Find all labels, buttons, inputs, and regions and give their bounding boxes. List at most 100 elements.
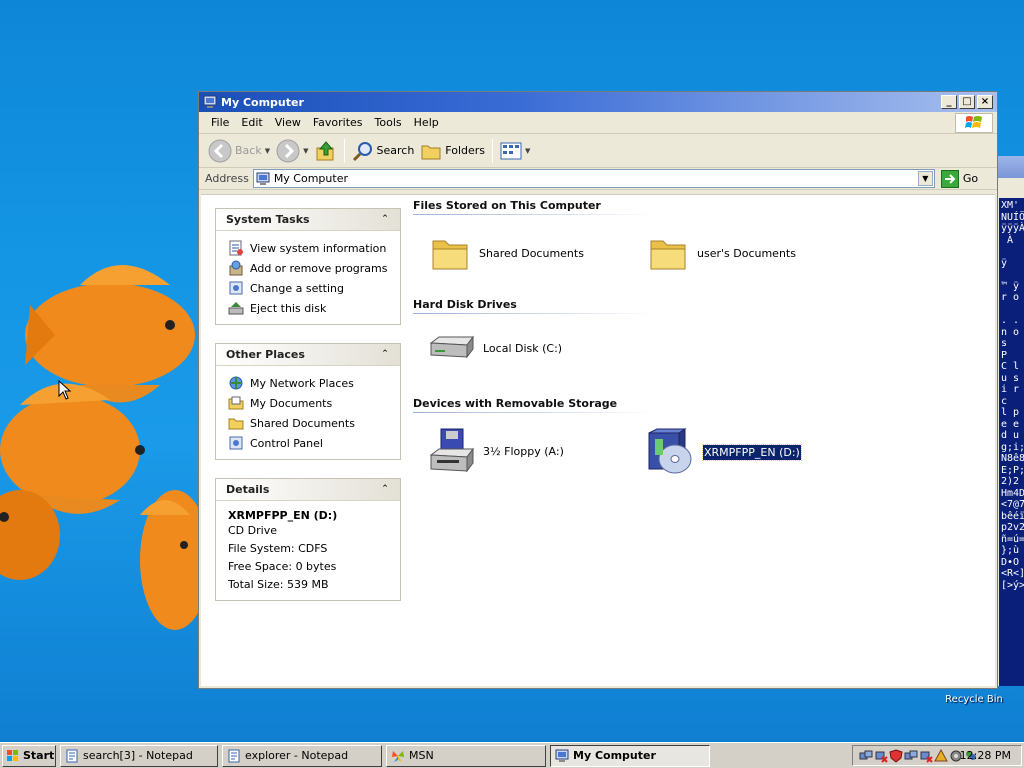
window-titlebar[interactable]: My Computer _ □ × bbox=[199, 92, 997, 112]
taskbar-button-my-computer[interactable]: My Computer bbox=[550, 744, 710, 767]
details-file-system: File System: CDFS bbox=[228, 542, 328, 555]
start-button[interactable]: Start bbox=[2, 744, 56, 767]
background-notepad-titlebar[interactable] bbox=[995, 156, 1024, 178]
recycle-bin-label[interactable]: Recycle Bin bbox=[938, 694, 1010, 705]
background-notepad-text: XM' NUÍÖ ÿÿÿÀ À ÿ ™ ÿ r o . . n o s P C … bbox=[999, 198, 1024, 686]
alert-icon[interactable] bbox=[934, 748, 948, 763]
mouse-cursor-icon bbox=[58, 380, 72, 400]
folder-icon bbox=[650, 240, 686, 270]
search-button[interactable]: Search bbox=[349, 138, 418, 164]
menu-favorites[interactable]: Favorites bbox=[307, 114, 369, 131]
group-header-hard-disks: Hard Disk Drives bbox=[413, 298, 517, 311]
place-my-documents[interactable]: My Documents bbox=[228, 393, 400, 413]
address-dropdown-icon[interactable]: ▼ bbox=[917, 171, 933, 186]
group-header-files-stored: Files Stored on This Computer bbox=[413, 199, 601, 212]
place-my-network-places[interactable]: My Network Places bbox=[228, 373, 400, 393]
collapse-chevron-icon[interactable]: ⌃ bbox=[378, 348, 392, 362]
views-button[interactable]: ▼ bbox=[497, 139, 533, 163]
task-change-setting[interactable]: Change a setting bbox=[228, 278, 400, 298]
search-icon bbox=[352, 141, 372, 161]
background-notepad-window[interactable]: XM' NUÍÖ ÿÿÿÀ À ÿ ™ ÿ r o . . n o s P C … bbox=[994, 156, 1024, 686]
place-shared-documents[interactable]: Shared Documents bbox=[228, 413, 400, 433]
address-value: My Computer bbox=[273, 172, 348, 185]
notepad-icon bbox=[228, 749, 240, 762]
details-header[interactable]: Details ⌃ bbox=[216, 479, 400, 501]
control-panel-icon bbox=[229, 281, 243, 295]
task-view-system-info[interactable]: View system information bbox=[228, 238, 400, 258]
menu-bar: File Edit View Favorites Tools Help bbox=[199, 112, 997, 134]
up-folder-button[interactable] bbox=[312, 138, 340, 164]
collapse-chevron-icon[interactable]: ⌃ bbox=[378, 213, 392, 227]
folders-button[interactable]: Folders bbox=[417, 138, 488, 164]
system-info-icon bbox=[229, 240, 243, 256]
windows-logo-icon bbox=[7, 749, 18, 761]
item-users-documents[interactable]: user's Documents bbox=[649, 233, 796, 273]
minimize-button[interactable]: _ bbox=[941, 95, 957, 109]
details-name: XRMPFPP_EN (D:) bbox=[228, 509, 338, 522]
back-button[interactable]: Back ▼ bbox=[205, 137, 273, 165]
views-icon bbox=[500, 142, 522, 159]
views-dropdown-icon[interactable]: ▼ bbox=[525, 147, 530, 155]
taskbar-button-explorer-notepad[interactable]: explorer - Notepad bbox=[222, 744, 382, 767]
place-control-panel[interactable]: Control Panel bbox=[228, 433, 400, 453]
other-places-header[interactable]: Other Places ⌃ bbox=[216, 344, 400, 366]
group-header-removable: Devices with Removable Storage bbox=[413, 397, 618, 410]
task-pane: System Tasks ⌃ View system information A… bbox=[201, 195, 411, 686]
menu-edit[interactable]: Edit bbox=[235, 114, 268, 131]
item-local-disk-c[interactable]: Local Disk (C:) bbox=[427, 333, 562, 363]
details-free-space: Free Space: 0 bytes bbox=[228, 560, 337, 573]
system-tasks-header[interactable]: System Tasks ⌃ bbox=[216, 209, 400, 231]
maximize-button[interactable]: □ bbox=[959, 95, 975, 109]
eject-icon bbox=[228, 302, 244, 315]
menu-file[interactable]: File bbox=[205, 114, 235, 131]
details-panel: Details ⌃ XRMPFPP_EN (D:) CD Drive File … bbox=[215, 478, 401, 601]
back-dropdown-icon[interactable]: ▼ bbox=[265, 147, 270, 155]
go-arrow-icon bbox=[940, 169, 959, 188]
network-disconnected-icon[interactable] bbox=[919, 749, 933, 763]
group-divider bbox=[413, 313, 657, 314]
collapse-chevron-icon[interactable]: ⌃ bbox=[378, 483, 392, 497]
window-title: My Computer bbox=[221, 95, 304, 109]
menu-help[interactable]: Help bbox=[408, 114, 445, 131]
item-floppy-a[interactable]: 3½ Floppy (A:) bbox=[427, 427, 564, 475]
details-total-size: Total Size: 539 MB bbox=[228, 578, 329, 591]
taskbar-button-search-notepad[interactable]: search[3] - Notepad bbox=[60, 744, 218, 767]
go-button[interactable]: Go bbox=[940, 169, 978, 188]
details-type: CD Drive bbox=[228, 524, 277, 537]
security-shield-icon[interactable] bbox=[889, 748, 903, 763]
toolbar-separator bbox=[492, 138, 494, 163]
toolbar: Back ▼ ▼ Search Folders ▼ bbox=[199, 134, 997, 168]
other-places-title: Other Places bbox=[226, 348, 305, 361]
network-icon[interactable] bbox=[859, 749, 873, 763]
notepad-icon bbox=[66, 749, 78, 762]
group-divider bbox=[413, 214, 657, 215]
task-add-remove-programs[interactable]: Add or remove programs bbox=[228, 258, 400, 278]
item-cd-drive-d[interactable]: XRMPFPP_EN (D:) bbox=[645, 427, 802, 477]
cd-drive-icon bbox=[648, 428, 692, 474]
taskbar-button-msn[interactable]: MSN bbox=[386, 744, 546, 767]
forward-button[interactable]: ▼ bbox=[273, 137, 311, 165]
my-computer-window: My Computer _ □ × File Edit View Favorit… bbox=[198, 91, 998, 689]
clock[interactable]: 12:28 PM bbox=[960, 749, 1011, 762]
control-panel-icon bbox=[229, 436, 243, 450]
item-shared-documents[interactable]: Shared Documents bbox=[431, 233, 584, 273]
up-folder-icon bbox=[316, 140, 333, 160]
system-tasks-panel: System Tasks ⌃ View system information A… bbox=[215, 208, 401, 325]
forward-dropdown-icon[interactable]: ▼ bbox=[303, 147, 308, 155]
windows-logo-icon bbox=[955, 113, 993, 133]
add-remove-programs-icon bbox=[229, 260, 243, 276]
fish-wallpaper-art bbox=[0, 265, 200, 630]
menu-view[interactable]: View bbox=[269, 114, 307, 131]
network-icon[interactable] bbox=[904, 749, 918, 763]
task-eject-disk[interactable]: Eject this disk bbox=[228, 298, 400, 318]
taskbar: Start search[3] - Notepad explorer - Not… bbox=[0, 742, 1024, 768]
network-disconnected-icon[interactable] bbox=[874, 749, 888, 763]
other-places-panel: Other Places ⌃ My Network Places My Docu… bbox=[215, 343, 401, 460]
folder-icon bbox=[228, 418, 244, 430]
system-tasks-title: System Tasks bbox=[226, 213, 310, 226]
content-area: System Tasks ⌃ View system information A… bbox=[201, 194, 995, 686]
address-field[interactable]: My Computer ▼ bbox=[252, 169, 935, 188]
folders-icon bbox=[421, 145, 441, 159]
close-button[interactable]: × bbox=[977, 95, 993, 109]
menu-tools[interactable]: Tools bbox=[369, 114, 408, 131]
